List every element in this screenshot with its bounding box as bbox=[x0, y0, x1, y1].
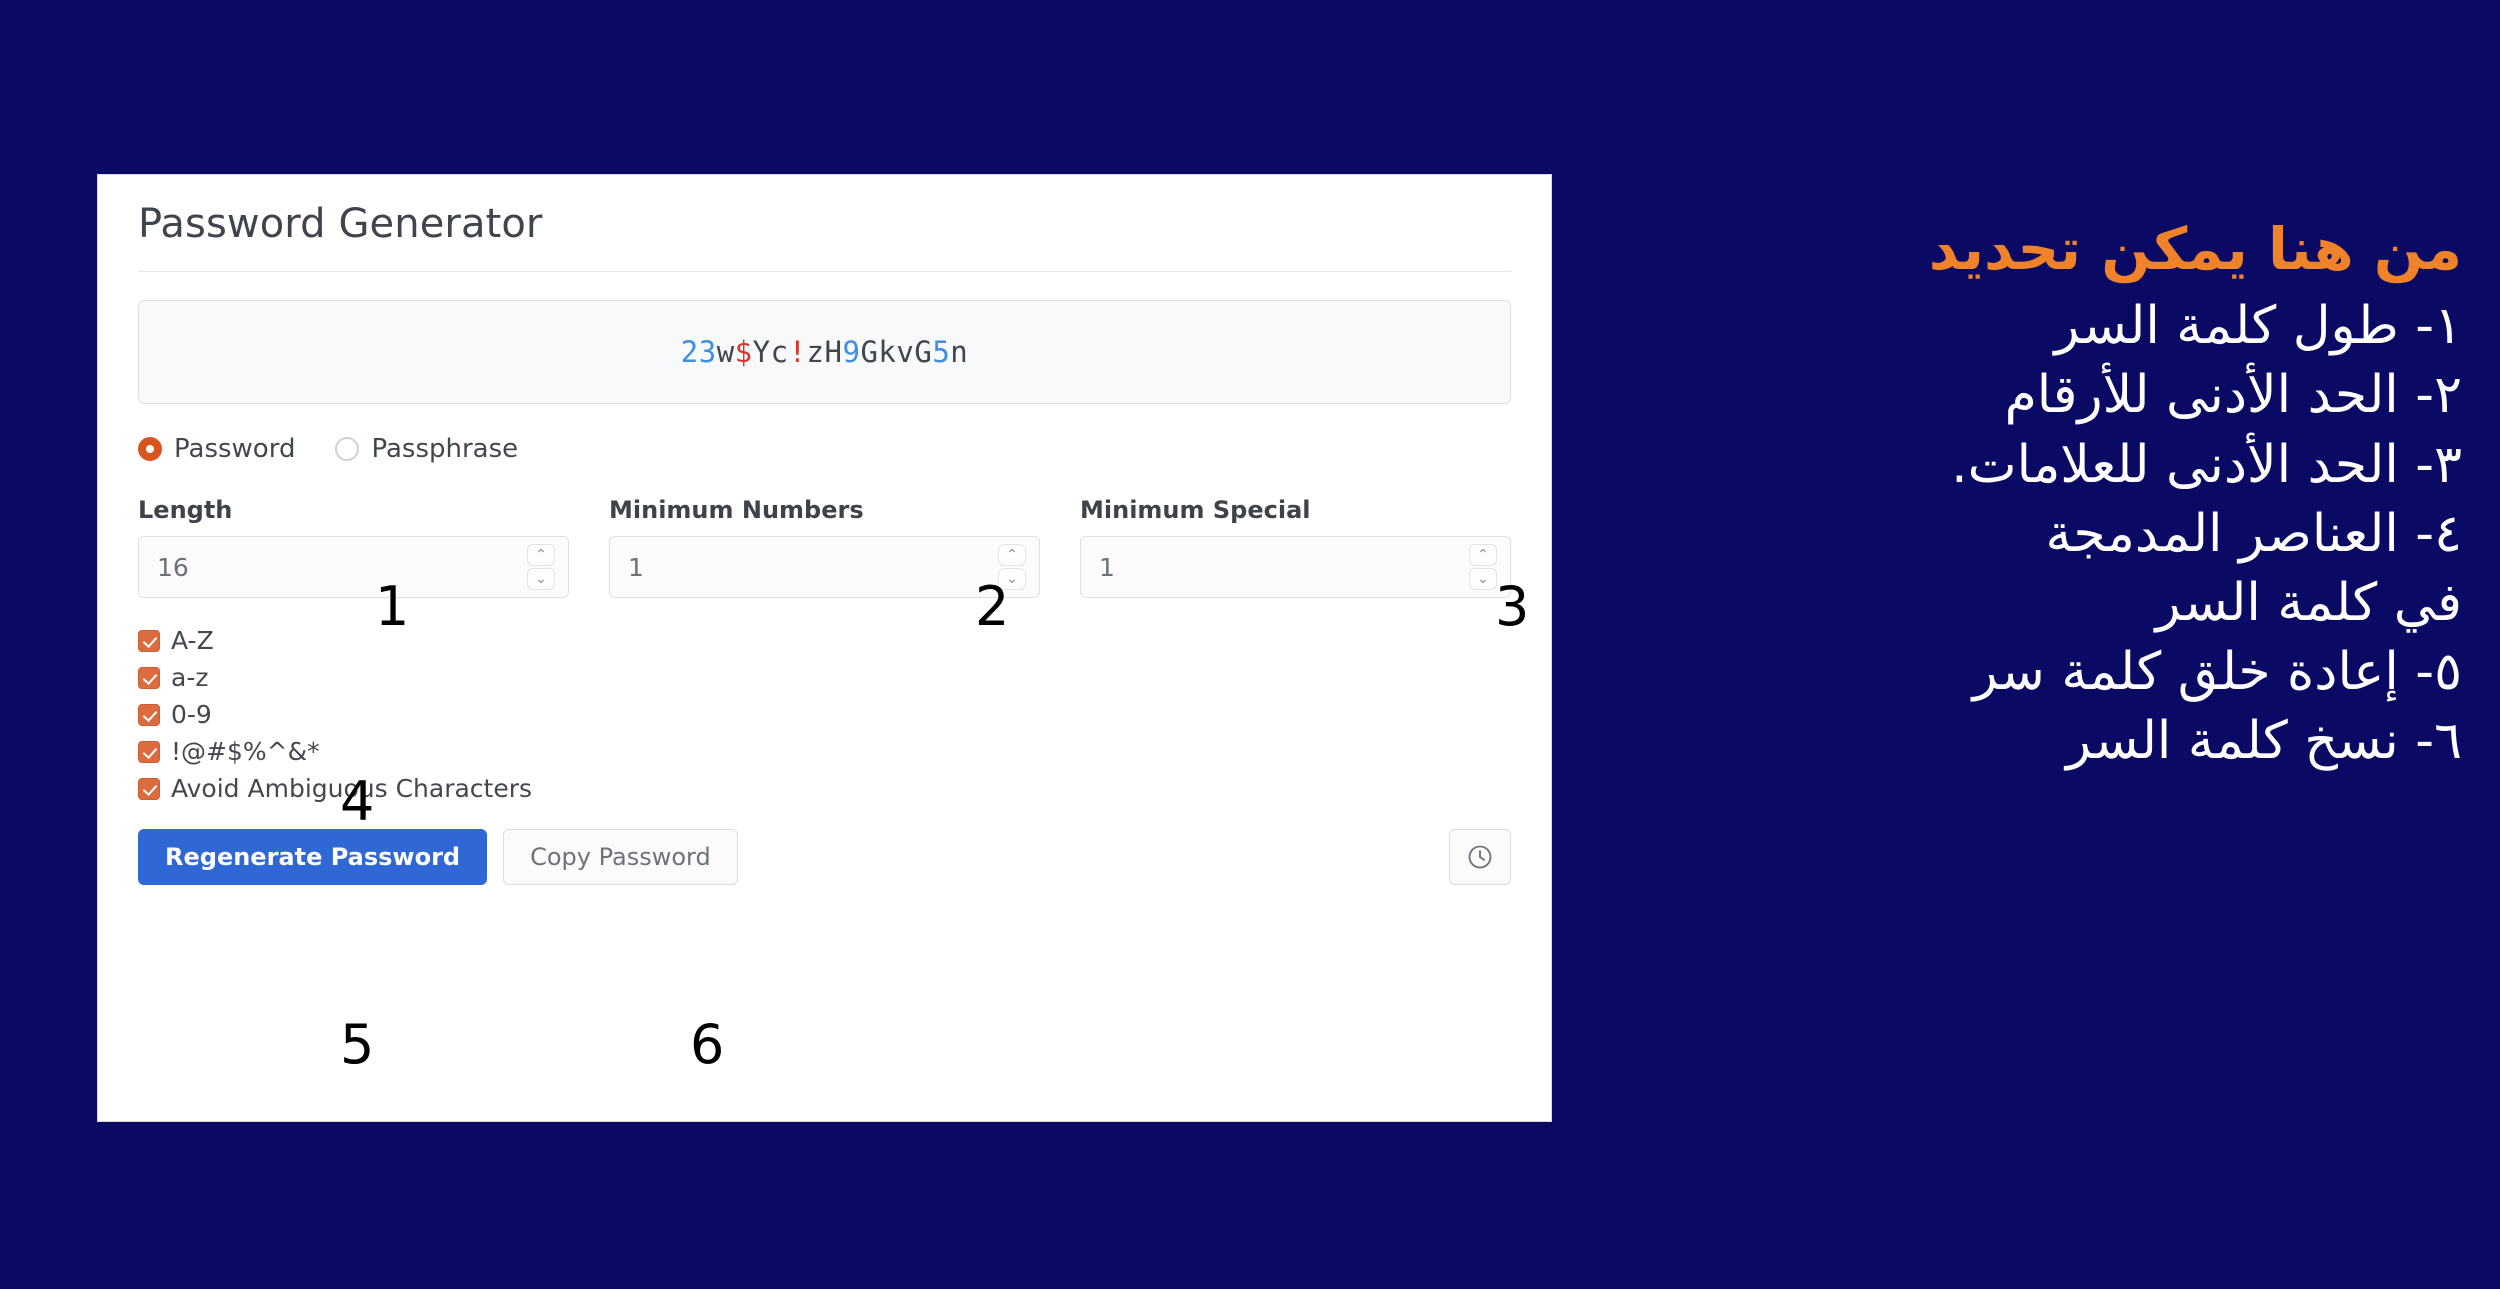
radio-dot-icon bbox=[138, 437, 162, 461]
minimum-numbers-input[interactable]: 1 bbox=[609, 536, 1040, 598]
password-character: G bbox=[914, 335, 933, 369]
field-length: Length 16 ⌃ ⌄ bbox=[138, 496, 569, 598]
generated-password-text: 23w$Yc!zH9GkvG5n bbox=[681, 335, 969, 369]
checkbox-label: a-z bbox=[171, 663, 209, 692]
password-generator-card: Password Generator 23w$Yc!zH9GkvG5n Pass… bbox=[97, 174, 1552, 1122]
arabic-annotation-panel: من هنا يمكن تحديد ١- طول كلمة السر ٢- الح… bbox=[1642, 212, 2462, 776]
radio-label-password: Password bbox=[174, 434, 296, 464]
checkbox-row[interactable]: a-z bbox=[138, 663, 1511, 692]
arabic-heading: من هنا يمكن تحديد bbox=[1928, 215, 2462, 283]
radio-option-passphrase[interactable]: Passphrase bbox=[335, 434, 518, 464]
regenerate-password-button[interactable]: Regenerate Password bbox=[138, 829, 488, 885]
card-header: Password Generator bbox=[138, 175, 1511, 272]
character-set-checkbox-list: A-Z a-z 0-9 !@#$%^&* Avoid Ambiguous Charact… bbox=[138, 626, 1511, 803]
chevron-down-icon[interactable]: ⌄ bbox=[527, 568, 555, 590]
copy-password-button[interactable]: Copy Password bbox=[503, 829, 738, 885]
checkbox-row[interactable]: 0-9 bbox=[138, 700, 1511, 729]
checkbox-checked-icon bbox=[138, 777, 160, 800]
field-minimum-special: Minimum Special 1 ⌃ ⌄ bbox=[1080, 496, 1511, 598]
chevron-down-icon[interactable]: ⌄ bbox=[998, 568, 1026, 590]
arabic-instruction-line: ٥- إعادة خلق كلمة سر bbox=[1972, 642, 2462, 703]
password-character: G bbox=[860, 335, 879, 369]
field-label-length: Length bbox=[138, 496, 233, 524]
chevron-up-icon[interactable]: ⌃ bbox=[998, 544, 1026, 566]
field-minimum-numbers: Minimum Numbers 1 ⌃ ⌄ bbox=[609, 496, 1040, 598]
length-stepper[interactable]: 16 ⌃ ⌄ bbox=[138, 536, 569, 598]
password-character: 9 bbox=[842, 335, 861, 369]
arabic-instruction-line: ١- طول كلمة السر bbox=[2054, 296, 2462, 357]
password-character: $ bbox=[734, 335, 753, 369]
password-character: H bbox=[824, 335, 843, 369]
arabic-instruction-line: ٣- الحد الأدنى للعلامات. bbox=[1951, 434, 2462, 495]
checkbox-label: A-Z bbox=[171, 626, 214, 655]
radio-label-passphrase: Passphrase bbox=[371, 434, 519, 464]
chevron-up-icon[interactable]: ⌃ bbox=[1469, 544, 1497, 566]
password-character: k bbox=[878, 335, 897, 369]
checkbox-checked-icon bbox=[138, 703, 160, 726]
minimum-special-spinner: ⌃ ⌄ bbox=[1469, 544, 1497, 590]
password-type-radio-group: Password Passphrase bbox=[138, 434, 1511, 464]
radio-option-password[interactable]: Password bbox=[138, 434, 295, 464]
checkbox-checked-icon bbox=[138, 629, 160, 652]
chevron-up-icon[interactable]: ⌃ bbox=[527, 544, 555, 566]
minimum-special-stepper[interactable]: 1 ⌃ ⌄ bbox=[1080, 536, 1511, 598]
field-label-minimum-numbers: Minimum Numbers bbox=[609, 496, 864, 524]
page-title: Password Generator bbox=[138, 201, 543, 247]
checkbox-checked-icon bbox=[138, 740, 160, 763]
password-history-button[interactable] bbox=[1449, 829, 1511, 885]
numeric-fields-row: Length 16 ⌃ ⌄ Minimum Numbers 1 ⌃ ⌄ Mini… bbox=[138, 496, 1511, 598]
arabic-instruction-line: ٢- الحد الأدنى للأرقام bbox=[2004, 365, 2462, 426]
password-character: w bbox=[716, 335, 735, 369]
generated-password-display[interactable]: 23w$Yc!zH9GkvG5n bbox=[138, 300, 1511, 404]
checkbox-label: Avoid Ambiguous Characters bbox=[171, 774, 533, 803]
password-character: n bbox=[950, 335, 969, 369]
field-label-minimum-special: Minimum Special bbox=[1080, 496, 1311, 524]
password-character: Y bbox=[752, 335, 771, 369]
checkbox-checked-icon bbox=[138, 666, 160, 689]
minimum-numbers-spinner: ⌃ ⌄ bbox=[998, 544, 1026, 590]
password-character: 3 bbox=[698, 335, 717, 369]
chevron-down-icon[interactable]: ⌄ bbox=[1469, 568, 1497, 590]
arabic-instruction-line: ٦- نسخ كلمة السر bbox=[2066, 711, 2462, 772]
action-buttons-row: Regenerate Password Copy Password bbox=[138, 829, 1511, 885]
clock-history-icon bbox=[1466, 843, 1494, 871]
minimum-special-input[interactable]: 1 bbox=[1080, 536, 1511, 598]
password-character: v bbox=[896, 335, 915, 369]
minimum-numbers-stepper[interactable]: 1 ⌃ ⌄ bbox=[609, 536, 1040, 598]
password-character: c bbox=[770, 335, 789, 369]
length-spinner: ⌃ ⌄ bbox=[527, 544, 555, 590]
arabic-instruction-line: في كلمة السر bbox=[2155, 572, 2462, 633]
checkbox-row[interactable]: !@#$%^&* bbox=[138, 737, 1511, 766]
card-body: 23w$Yc!zH9GkvG5n Password Passphrase Len… bbox=[98, 272, 1551, 885]
checkbox-label: !@#$%^&* bbox=[171, 737, 320, 766]
arabic-instruction-list: ١- طول كلمة السر ٢- الحد الأدنى للأرقام ٣-… bbox=[1642, 292, 2462, 776]
checkbox-row[interactable]: A-Z bbox=[138, 626, 1511, 655]
arabic-instruction-line: ٤- العناصر المدمجة bbox=[2045, 503, 2462, 564]
checkbox-row[interactable]: Avoid Ambiguous Characters bbox=[138, 774, 1511, 803]
password-character: 5 bbox=[932, 335, 951, 369]
password-character: z bbox=[806, 335, 825, 369]
checkbox-label: 0-9 bbox=[171, 700, 212, 729]
radio-dot-icon bbox=[335, 437, 360, 461]
password-character: ! bbox=[788, 335, 807, 369]
length-input[interactable]: 16 bbox=[138, 536, 569, 598]
password-character: 2 bbox=[680, 335, 699, 369]
